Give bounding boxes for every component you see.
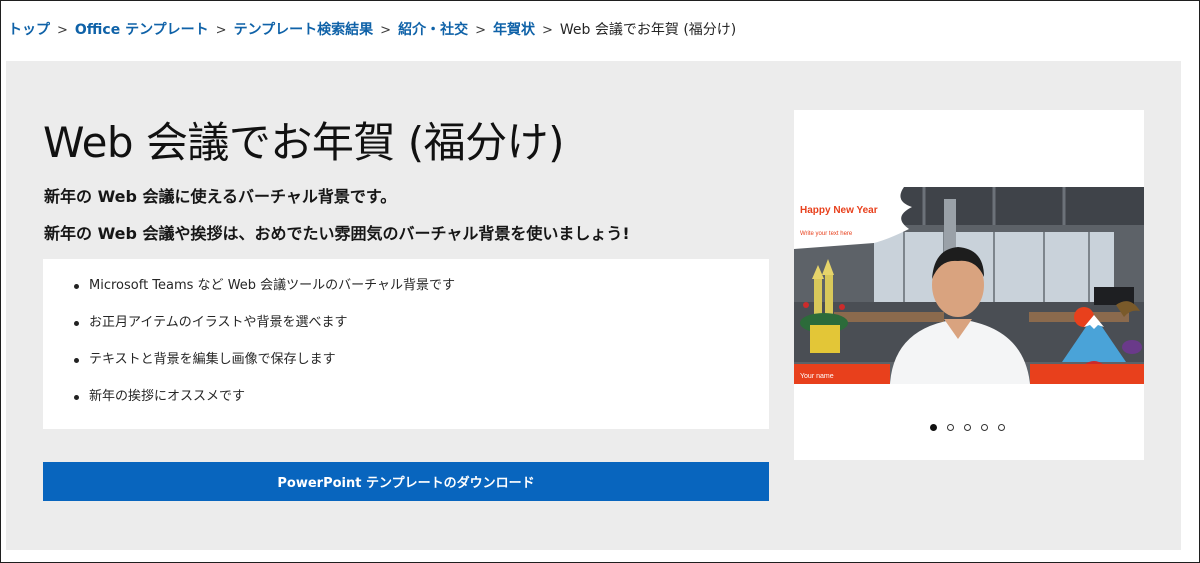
breadcrumb: トップ > Office テンプレート > テンプレート検索結果 > 紹介・社交 > 年賀状 > W… xyxy=(8,20,736,41)
feature-text: お正月アイテムのイラストや背景を選べます xyxy=(89,315,348,330)
carousel-pagination xyxy=(930,424,1005,431)
feature-item: 新年の挨拶にオススメです xyxy=(74,387,769,407)
feature-item: お正月アイテムのイラストや背景を選べます xyxy=(74,313,769,333)
slide-subtitle: Write your text here xyxy=(800,231,853,237)
breadcrumb-current: Web 会議でお年賀 (福分け) xyxy=(559,22,737,38)
carousel-dot-4[interactable] xyxy=(981,424,988,431)
bullet-icon xyxy=(74,284,79,289)
breadcrumb-top[interactable]: トップ xyxy=(8,22,50,38)
virtual-background-preview: Happy New Year Write your text here Your… xyxy=(794,187,1144,384)
slide-title: Happy New Year xyxy=(800,205,878,216)
breadcrumb-new-year-cards[interactable]: 年賀状 xyxy=(493,22,535,38)
template-preview-carousel: Happy New Year Write your text here Your… xyxy=(794,110,1144,460)
page-frame: トップ > Office テンプレート > テンプレート検索結果 > 紹介・社交 > 年賀状 > W… xyxy=(0,0,1200,563)
breadcrumb-separator: > xyxy=(475,23,486,38)
breadcrumb-office-templates[interactable]: Office テンプレート xyxy=(75,22,209,38)
breadcrumb-introduction-social[interactable]: 紹介・社交 xyxy=(398,22,468,38)
carousel-dot-3[interactable] xyxy=(964,424,971,431)
page-title: Web 会議でお年賀 (福分け) xyxy=(43,118,565,167)
bullet-icon xyxy=(74,321,79,326)
breadcrumb-search-results[interactable]: テンプレート検索結果 xyxy=(234,22,374,38)
feature-text: テキストと背景を編集し画像で保存します xyxy=(89,352,336,367)
breadcrumb-separator: > xyxy=(57,23,68,38)
bullet-icon xyxy=(74,395,79,400)
feature-list-box: Microsoft Teams など Web 会議ツールのバーチャル背景です お… xyxy=(43,259,769,429)
breadcrumb-separator: > xyxy=(380,23,392,38)
carousel-dot-5[interactable] xyxy=(998,424,1005,431)
bullet-icon xyxy=(74,358,79,363)
feature-list: Microsoft Teams など Web 会議ツールのバーチャル背景です お… xyxy=(43,259,769,407)
breadcrumb-separator: > xyxy=(215,23,227,38)
feature-text: Microsoft Teams など Web 会議ツールのバーチャル背景です xyxy=(89,278,456,293)
description-line-2: 新年の Web 会議や挨拶は、おめでたい雰囲気のバーチャル背景を使いましょう! xyxy=(44,224,630,243)
slide-name: Your name xyxy=(800,373,834,380)
carousel-dot-2[interactable] xyxy=(947,424,954,431)
download-template-button[interactable]: PowerPoint テンプレートのダウンロード xyxy=(43,462,769,501)
breadcrumb-separator: > xyxy=(541,23,553,38)
description-line-1: 新年の Web 会議に使えるバーチャル背景です。 xyxy=(44,187,397,206)
template-hero: Web 会議でお年賀 (福分け) 新年の Web 会議に使えるバーチャル背景です… xyxy=(6,61,1181,550)
carousel-dot-1[interactable] xyxy=(930,424,937,431)
preview-slide-image[interactable]: Happy New Year Write your text here Your… xyxy=(794,187,1144,384)
feature-text: 新年の挨拶にオススメです xyxy=(89,389,246,404)
feature-item: Microsoft Teams など Web 会議ツールのバーチャル背景です xyxy=(74,276,769,296)
feature-item: テキストと背景を編集し画像で保存します xyxy=(74,350,769,370)
